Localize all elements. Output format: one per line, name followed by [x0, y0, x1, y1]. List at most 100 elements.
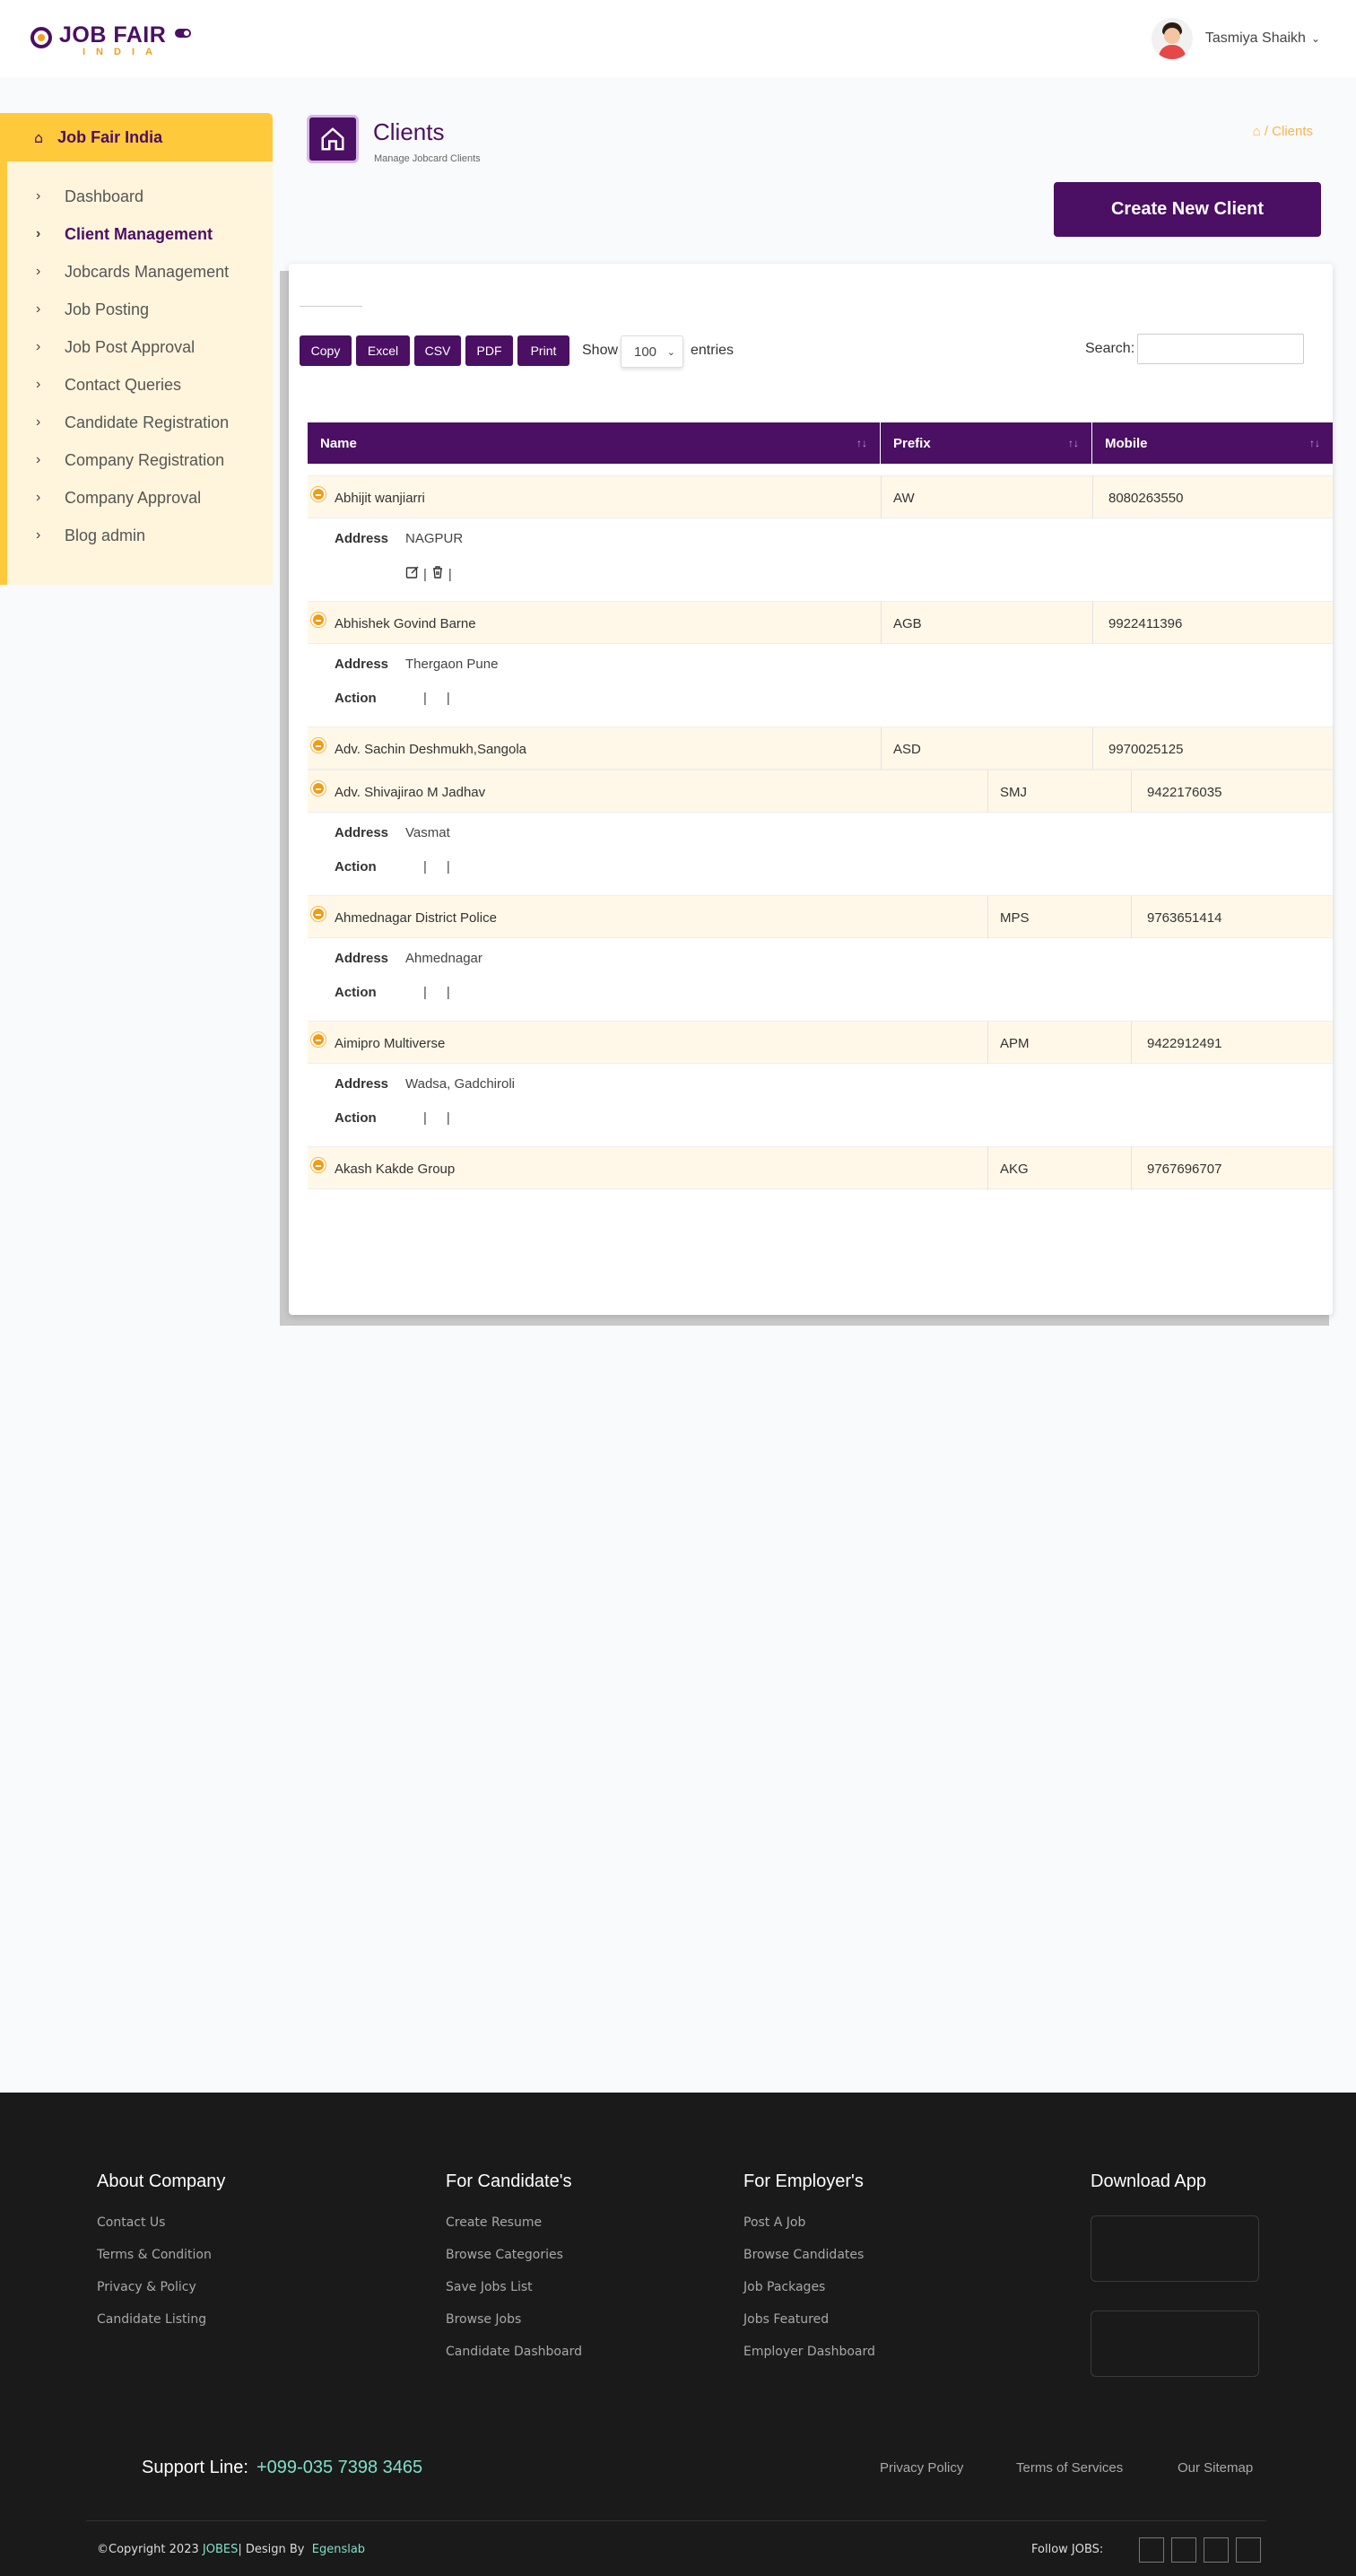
column-divider [1131, 1022, 1132, 1065]
expand-row-icon[interactable] [311, 907, 326, 921]
linkedin-icon[interactable] [1204, 2537, 1229, 2563]
expand-row-icon[interactable] [311, 487, 326, 501]
column-divider [1131, 1147, 1132, 1190]
sidebar-item-label: Blog admin [65, 526, 146, 544]
footer-link[interactable]: Browse Jobs [446, 2311, 582, 2343]
cell-mobile: 9767696707 [1147, 1161, 1222, 1177]
instagram-icon[interactable] [1236, 2537, 1261, 2563]
footer-heading: For Employer's [743, 2171, 864, 2191]
designer-link[interactable]: Egenslab [312, 2543, 365, 2556]
sidebar-item-blog-admin[interactable]: › Blog admin [7, 517, 273, 554]
sidebar-item-company-registration[interactable]: › Company Registration [7, 441, 273, 479]
cell-name: Adv. Sachin Deshmukh,Sangola [335, 741, 527, 757]
sidebar-header[interactable]: ⌂ Job Fair India [7, 113, 273, 161]
play-store-badge[interactable] [1091, 2311, 1259, 2377]
footer-heading: For Candidate's [446, 2171, 572, 2191]
footer-link[interactable]: Privacy & Policy [97, 2278, 225, 2311]
action-separator: | [423, 691, 427, 706]
sidebar-item-label: Dashboard [65, 187, 144, 205]
sidebar-item-jobcards-management[interactable]: › Jobcards Management [7, 253, 273, 291]
breadcrumb-home-icon[interactable]: ⌂ [1253, 124, 1261, 139]
expand-row-icon[interactable] [311, 781, 326, 796]
sidebar-item-client-management[interactable]: › Client Management [7, 215, 273, 253]
create-new-client-button[interactable]: Create New Client [1054, 182, 1321, 237]
row-actions: | | [405, 1110, 450, 1126]
sort-icon: ↑↓ [1068, 437, 1079, 449]
privacy-policy-link[interactable]: Privacy Policy [880, 2460, 963, 2476]
column-divider [1131, 770, 1132, 814]
column-header-prefix[interactable]: Prefix ↑↓ [881, 422, 1092, 464]
column-divider [1092, 476, 1093, 519]
sidebar-item-company-approval[interactable]: › Company Approval [7, 479, 273, 517]
brand-logo[interactable]: JOB FAIR INDIA [30, 23, 192, 57]
footer-link[interactable]: Candidate Dashboard [446, 2343, 582, 2375]
print-button[interactable]: Print [517, 335, 569, 366]
footer-link[interactable]: Browse Categories [446, 2246, 582, 2278]
footer-heading: About Company [97, 2171, 226, 2191]
excel-button[interactable]: Excel [356, 335, 410, 366]
footer-link[interactable]: Jobs Featured [743, 2311, 875, 2343]
cell-mobile: 9970025125 [1108, 741, 1184, 757]
sidebar-menu: › Dashboard › Client Management › Jobcards Ma… [7, 161, 273, 554]
column-header-mobile[interactable]: Mobile ↑↓ [1092, 422, 1333, 464]
page-size-select[interactable]: 100 ⌄ [621, 335, 683, 368]
terms-of-services-link[interactable]: Terms of Services [1016, 2460, 1123, 2476]
breadcrumb-current: / Clients [1264, 124, 1313, 139]
footer-link[interactable]: Post A Job [743, 2214, 875, 2246]
footer-link[interactable]: Candidate Listing [97, 2311, 225, 2343]
expand-row-icon[interactable] [311, 613, 326, 627]
twitter-icon[interactable] [1171, 2537, 1196, 2563]
column-divider [881, 476, 882, 519]
sidebar-item-dashboard[interactable]: › Dashboard [7, 178, 273, 215]
search-input[interactable] [1137, 334, 1304, 364]
column-header-name[interactable]: Name ↑↓ [308, 422, 881, 464]
chevron-right-icon: › [36, 414, 41, 430]
support-number[interactable]: +099-035 7398 3465 [256, 2458, 422, 2478]
sidebar-item-contact-queries[interactable]: › Contact Queries [7, 366, 273, 404]
copyright-brand-link[interactable]: JOBES [203, 2543, 238, 2556]
column-prefix-label: Prefix [893, 435, 931, 451]
cell-mobile: 9763651414 [1147, 909, 1222, 926]
footer-link[interactable]: Create Resume [446, 2214, 582, 2246]
row-actions: | | [405, 859, 450, 875]
table-row: Akash Kakde Group AKG 9767696707 [308, 1146, 1333, 1190]
cell-prefix: APM [1000, 1035, 1030, 1051]
footer-link[interactable]: Terms & Condition [97, 2246, 225, 2278]
column-divider [987, 1147, 988, 1190]
theme-toggle-icon[interactable] [175, 29, 192, 38]
edit-icon[interactable] [405, 565, 420, 583]
footer-link[interactable]: Contact Us [97, 2214, 225, 2246]
pdf-button[interactable]: PDF [465, 335, 513, 366]
delete-icon[interactable] [430, 565, 445, 583]
action-label: Action [335, 1110, 377, 1126]
expand-row-icon[interactable] [311, 1158, 326, 1172]
user-name: Tasmiya Shaikh [1204, 30, 1306, 46]
sitemap-link[interactable]: Our Sitemap [1178, 2460, 1253, 2476]
footer-link[interactable]: Employer Dashboard [743, 2343, 875, 2375]
expand-row-icon[interactable] [311, 738, 326, 753]
cell-name: Ahmednagar District Police [335, 909, 497, 926]
footer-link[interactable]: Browse Candidates [743, 2246, 875, 2278]
logo-search-icon [30, 27, 56, 52]
app-store-badge[interactable] [1091, 2215, 1259, 2282]
row-actions: | | [405, 691, 450, 706]
address-value: NAGPUR [405, 531, 464, 546]
action-separator: | [423, 1110, 427, 1126]
address-label: Address [335, 951, 389, 966]
address-label: Address [335, 825, 389, 840]
footer-link[interactable]: Job Packages [743, 2278, 875, 2311]
sidebar-item-job-post-approval[interactable]: › Job Post Approval [7, 328, 273, 366]
sidebar-item-candidate-registration[interactable]: › Candidate Registration [7, 404, 273, 441]
row-details: Address NAGPUR | | [308, 518, 1333, 601]
address-label: Address [335, 531, 389, 546]
user-menu[interactable]: Tasmiya Shaikh ⌄ [1151, 18, 1320, 59]
action-separator: | [446, 859, 450, 875]
expand-row-icon[interactable] [311, 1032, 326, 1047]
copy-button[interactable]: Copy [300, 335, 352, 366]
footer-link[interactable]: Save Jobs List [446, 2278, 582, 2311]
sidebar-item-job-posting[interactable]: › Job Posting [7, 291, 273, 328]
csv-button[interactable]: CSV [414, 335, 461, 366]
table-row: Aimipro Multiverse APM 9422912491 [308, 1021, 1333, 1065]
sidebar-item-label: Company Approval [65, 488, 202, 507]
facebook-icon[interactable] [1139, 2537, 1164, 2563]
